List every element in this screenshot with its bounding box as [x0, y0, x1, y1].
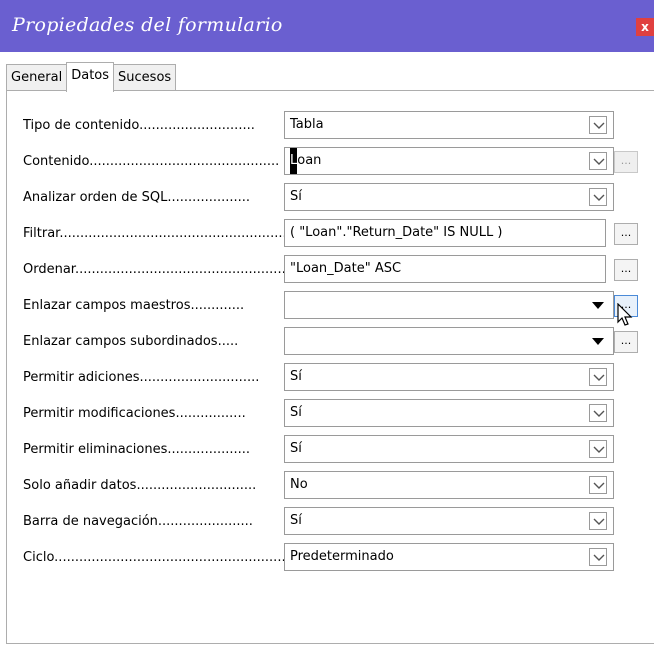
permitir-adiciones-label: Permitir adiciones......................…	[23, 370, 260, 385]
tab-general[interactable]: General	[6, 64, 68, 91]
window-title: Propiedades del formulario	[12, 14, 283, 36]
tipo-de-contenido-value: Tabla	[290, 117, 324, 132]
permitir-modificaciones-value: Sí	[290, 405, 302, 420]
property-row-tipo-de-contenido: Tipo de contenido.......................…	[7, 111, 654, 141]
property-row-ciclo: Ciclo...................................…	[7, 543, 654, 573]
enlazar-campos-subordinados-label: Enlazar campos subordinados.....	[23, 334, 239, 349]
permitir-eliminaciones-select[interactable]: Sí	[284, 435, 614, 463]
chevron-down-icon[interactable]	[589, 440, 607, 458]
chevron-down-icon[interactable]	[589, 152, 607, 170]
permitir-eliminaciones-value: Sí	[290, 441, 302, 456]
property-row-contenido: Contenido...............................…	[7, 147, 654, 177]
ordenar-ellipsis-button[interactable]: ...	[614, 259, 638, 281]
property-row-permitir-eliminaciones: Permitir eliminaciones..................…	[7, 435, 654, 465]
ciclo-value: Predeterminado	[290, 549, 394, 564]
property-row-enlazar-campos-subordinados: Enlazar campos subordinados........	[7, 327, 654, 357]
tab-bar: General Datos Sucesos	[6, 62, 177, 92]
filtrar-ellipsis-button[interactable]: ...	[614, 223, 638, 245]
contenido-select[interactable]: Loan	[284, 147, 614, 175]
contenido-ellipsis-button[interactable]: ...	[614, 151, 638, 173]
ordenar-value: "Loan_Date" ASC	[290, 261, 402, 276]
tab-sucesos[interactable]: Sucesos	[113, 64, 177, 91]
ordenar-label: Ordenar.................................…	[23, 262, 285, 277]
analizar-orden-sql-select[interactable]: Sí	[284, 183, 614, 211]
ordenar-input[interactable]: "Loan_Date" ASC	[284, 255, 606, 283]
barra-de-navegacion-value: Sí	[290, 513, 302, 528]
chevron-down-icon[interactable]	[589, 188, 607, 206]
analizar-orden-sql-value: Sí	[290, 189, 302, 204]
ciclo-label: Ciclo...................................…	[23, 550, 285, 565]
mouse-pointer-icon	[617, 303, 633, 326]
tipo-de-contenido-label: Tipo de contenido.......................…	[23, 118, 255, 133]
chevron-down-icon[interactable]	[589, 512, 607, 530]
property-row-enlazar-campos-maestros: Enlazar campos maestros................	[7, 291, 654, 321]
chevron-down-icon[interactable]	[589, 368, 607, 386]
enlazar-campos-maestros-label: Enlazar campos maestros.............	[23, 298, 245, 313]
triangle-down-icon[interactable]	[589, 296, 607, 314]
property-row-filtrar: Filtrar.................................…	[7, 219, 654, 249]
property-row-solo-anadir-datos: Solo añadir datos.......................…	[7, 471, 654, 501]
property-row-barra-de-navegacion: Barra de navegación.....................…	[7, 507, 654, 537]
chevron-down-icon[interactable]	[589, 116, 607, 134]
enlazar-campos-subordinados-ellipsis-button[interactable]: ...	[614, 331, 638, 353]
properties-panel: Tipo de contenido.......................…	[6, 90, 654, 644]
property-row-ordenar: Ordenar.................................…	[7, 255, 654, 285]
tipo-de-contenido-select[interactable]: Tabla	[284, 111, 614, 139]
analizar-orden-sql-label: Analizar orden de SQL...................…	[23, 190, 251, 205]
enlazar-campos-maestros-select[interactable]	[284, 291, 614, 319]
chevron-down-icon[interactable]	[589, 476, 607, 494]
enlazar-campos-subordinados-select[interactable]	[284, 327, 614, 355]
permitir-adiciones-value: Sí	[290, 369, 302, 384]
contenido-label: Contenido...............................…	[23, 154, 280, 169]
property-row-permitir-modificaciones: Permitir modificaciones.................…	[7, 399, 654, 429]
chevron-down-icon[interactable]	[589, 548, 607, 566]
permitir-modificaciones-select[interactable]: Sí	[284, 399, 614, 427]
permitir-eliminaciones-label: Permitir eliminaciones..................…	[23, 442, 251, 457]
filtrar-input[interactable]: ( "Loan"."Return_Date" IS NULL )	[284, 219, 606, 247]
property-row-permitir-adiciones: Permitir adiciones......................…	[7, 363, 654, 393]
triangle-down-icon[interactable]	[589, 332, 607, 350]
filtrar-value: ( "Loan"."Return_Date" IS NULL )	[290, 225, 503, 240]
solo-anadir-datos-value: No	[290, 477, 308, 492]
title-bar: Propiedades del formulario x	[0, 0, 654, 52]
barra-de-navegacion-label: Barra de navegación.....................…	[23, 514, 253, 529]
ciclo-select[interactable]: Predeterminado	[284, 543, 614, 571]
property-row-analizar-orden-sql: Analizar orden de SQL...................…	[7, 183, 654, 213]
chevron-down-icon[interactable]	[589, 404, 607, 422]
solo-anadir-datos-label: Solo añadir datos.......................…	[23, 478, 257, 493]
close-button[interactable]: x	[636, 18, 654, 36]
barra-de-navegacion-select[interactable]: Sí	[284, 507, 614, 535]
filtrar-label: Filtrar.................................…	[23, 226, 285, 241]
solo-anadir-datos-select[interactable]: No	[284, 471, 614, 499]
permitir-modificaciones-label: Permitir modificaciones.................	[23, 406, 246, 421]
permitir-adiciones-select[interactable]: Sí	[284, 363, 614, 391]
tab-datos[interactable]: Datos	[66, 62, 115, 92]
contenido-value: Loan	[290, 148, 321, 174]
